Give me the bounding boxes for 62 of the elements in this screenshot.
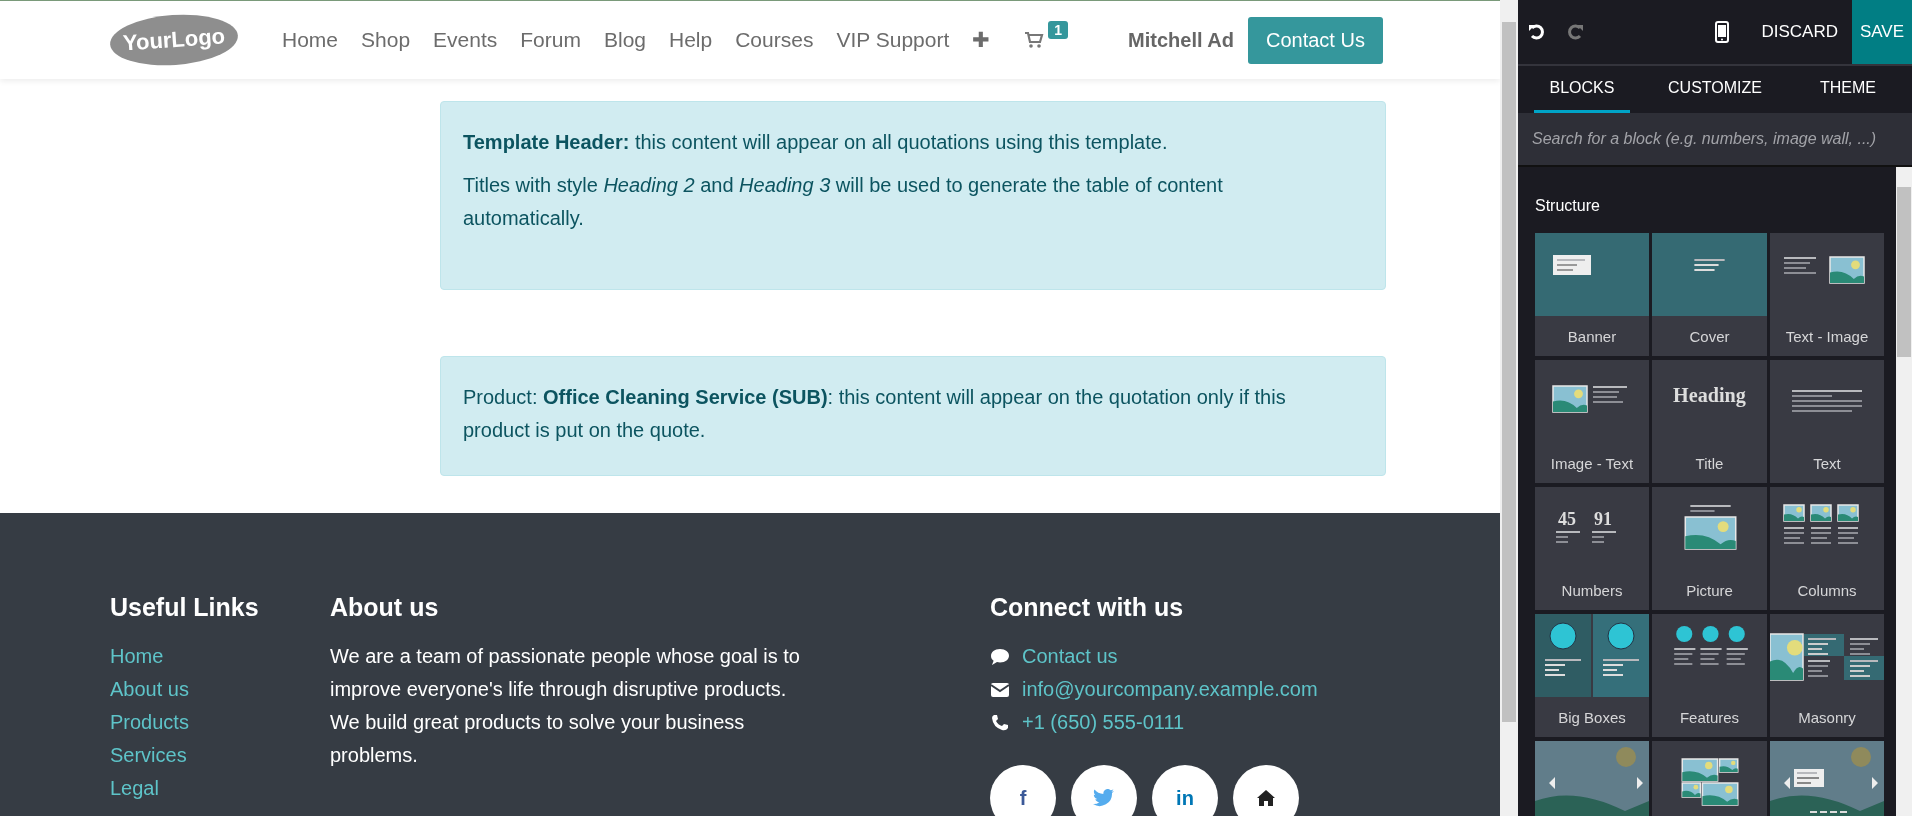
home-link[interactable]: [1233, 765, 1299, 816]
block-preview-drawing: [1684, 505, 1737, 550]
block-tile[interactable]: Features: [1652, 614, 1767, 737]
cart-count-badge: 1: [1048, 21, 1069, 39]
facebook-link[interactable]: f: [990, 765, 1056, 816]
block-search-field[interactable]: Search for a block (e.g. numbers, image wall, ...): [1518, 113, 1912, 167]
nav-link[interactable]: Home: [282, 28, 339, 52]
about-text: We are a team of passionate people whose goal is to improve everyone's life through disruptive products. We build great products to solve your business problems.: [330, 644, 800, 768]
block-tile[interactable]: Heading Title: [1652, 360, 1767, 483]
footer-link[interactable]: Home: [110, 640, 330, 673]
contact-link[interactable]: info@yourcompany.example.com: [1022, 673, 1318, 706]
nav-link[interactable]: Shop: [361, 28, 411, 52]
bird-icon: [1093, 789, 1115, 807]
speech-bubble-icon: [990, 647, 1010, 666]
footer-heading: About us: [330, 593, 440, 622]
nav-link[interactable]: Blog: [603, 28, 646, 52]
nav-link[interactable]: Help: [669, 28, 713, 52]
block-tile[interactable]: Image - Text: [1535, 360, 1649, 483]
envelope-icon: [990, 681, 1010, 698]
note-text: Template Header: this content will appear on all quotations using this template.: [463, 130, 1169, 155]
nav-link[interactable]: Forum: [520, 28, 581, 52]
block-preview-drawing: [1792, 390, 1862, 412]
contact-us-button[interactable]: Contact Us: [1248, 16, 1383, 64]
nav-link[interactable]: VIP Support: [836, 28, 950, 52]
discard-button[interactable]: DISCARD: [1739, 22, 1852, 42]
block-tile[interactable]: Masonry: [1770, 614, 1884, 737]
editor-tab[interactable]: THEME: [1799, 66, 1896, 113]
twitter-link[interactable]: [1071, 765, 1137, 816]
footer-link[interactable]: Products: [110, 706, 330, 739]
save-button[interactable]: SAVE: [1852, 0, 1912, 64]
house-icon: [1256, 789, 1276, 807]
block-tile[interactable]: Big Boxes: [1535, 614, 1649, 737]
block-tile[interactable]: Text: [1770, 360, 1884, 483]
linkedin-link[interactable]: in: [1152, 765, 1218, 816]
phone-icon: [990, 713, 1010, 732]
note-text: Titles with style Heading 2 and Heading 3 will be used to generate the table of content automatically.: [463, 173, 1224, 231]
nav-link[interactable]: Courses: [735, 28, 814, 52]
cart-icon[interactable]: [1024, 31, 1045, 49]
contact-link[interactable]: Contact us: [1022, 640, 1118, 673]
block-preview-drawing: Heading: [1673, 384, 1746, 406]
footer-link[interactable]: Legal: [110, 772, 330, 805]
nav-link[interactable]: Events: [433, 28, 498, 52]
footer-link[interactable]: About us: [110, 673, 330, 706]
block-tile[interactable]: Picture: [1652, 487, 1767, 610]
block-preview-drawing: [1681, 758, 1739, 806]
footer-heading: Connect with us: [990, 593, 1185, 622]
contact-link[interactable]: +1 (650) 555-0111: [1022, 706, 1185, 739]
block-tile[interactable]: Banner: [1535, 233, 1649, 356]
editor-tab[interactable]: CUSTOMIZE: [1662, 66, 1768, 113]
block-preview-drawing: 45 91: [1556, 509, 1616, 543]
block-tile[interactable]: 45 91 Numbers: [1535, 487, 1649, 610]
footer-heading: Useful Links: [110, 593, 260, 622]
section-title: Structure: [1535, 197, 1601, 215]
footer-link[interactable]: Services: [110, 739, 330, 772]
block-tile[interactable]: Columns: [1770, 487, 1884, 610]
block-tile[interactable]: Cover: [1652, 233, 1767, 356]
scrollbar[interactable]: [1896, 167, 1912, 816]
nav-link[interactable]: ✚: [972, 28, 991, 52]
scrollbar[interactable]: [1500, 0, 1518, 816]
user-name[interactable]: Mitchell Ad: [1128, 28, 1234, 52]
block-tile[interactable]: Text - Image: [1770, 233, 1884, 356]
note-text: Product: Office Cleaning Service (SUB): this content will appear on the quotation only if this product is put on the quote.: [463, 385, 1287, 443]
